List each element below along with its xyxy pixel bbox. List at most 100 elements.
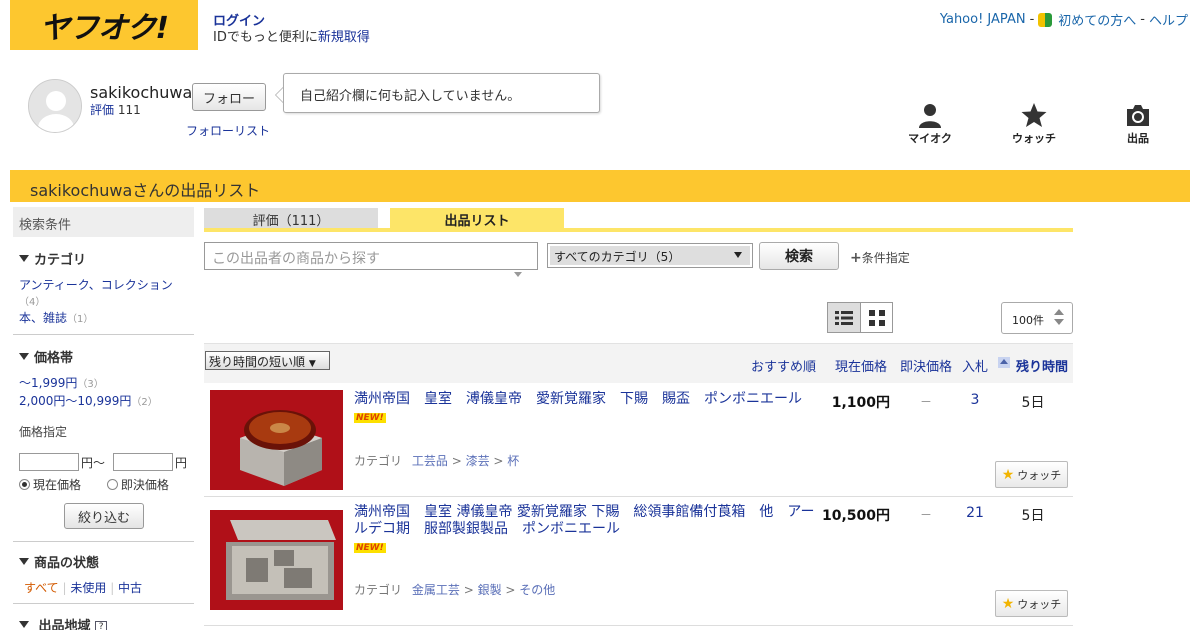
item-2-watch-button[interactable]: ★ ウォッチ bbox=[995, 590, 1068, 617]
item-1-buynow: － bbox=[919, 395, 932, 409]
item-2-cat-2[interactable]: 銀製 bbox=[478, 583, 502, 597]
region-section-title[interactable]: 出品地域 ? bbox=[19, 615, 108, 630]
condition-used[interactable]: 中古 bbox=[118, 581, 142, 595]
dropdown-arrow-icon: ▼ bbox=[308, 359, 316, 369]
help-question-icon[interactable]: ? bbox=[95, 621, 108, 630]
price-max-input[interactable] bbox=[113, 453, 174, 471]
item-2-photo bbox=[210, 510, 343, 610]
item-1-bids[interactable]: 3 bbox=[960, 392, 990, 408]
search-suggest-caret-icon bbox=[514, 272, 522, 281]
condition-unused[interactable]: 未使用 bbox=[70, 581, 106, 595]
default-user-icon bbox=[29, 80, 81, 132]
item-1-title[interactable]: 満州帝国 皇室 溥儀皇帝 愛新覚羅家 下賜 賜盃 ポンボニエール bbox=[354, 391, 819, 408]
per-page-value: 100件 bbox=[1012, 314, 1044, 327]
id-promo-line: IDでもっと便利に新規取得 bbox=[213, 26, 370, 45]
follow-list-link[interactable]: フォローリスト bbox=[186, 122, 270, 139]
region-title-label: 出品地域 bbox=[38, 619, 91, 630]
avatar[interactable] bbox=[28, 79, 82, 133]
radio-buynow-price[interactable] bbox=[106, 479, 118, 490]
yen-label: 円 bbox=[175, 455, 188, 470]
item-1-cat-1[interactable]: 工芸品 bbox=[412, 454, 448, 468]
sort-bids[interactable]: 入札 bbox=[962, 356, 988, 375]
price-specify-label: 価格指定 bbox=[19, 425, 68, 439]
condition-filters: すべて | 未使用 | 中古 bbox=[24, 581, 143, 595]
tab-rating[interactable]: 評価（111） bbox=[204, 208, 378, 229]
seller-name: sakikochuwa bbox=[90, 83, 193, 102]
category-books[interactable]: 本、雑誌（1） bbox=[19, 309, 93, 326]
category-antique[interactable]: アンティーク、コレクション bbox=[19, 276, 173, 293]
per-page-spinner[interactable] bbox=[1054, 309, 1064, 325]
sidebar-divider bbox=[13, 334, 194, 335]
item-2-title[interactable]: 満州帝国 皇室 溥儀皇帝 愛新覚羅家 下賜 総領事館備付莨箱 他 アールデコ期 … bbox=[354, 504, 819, 538]
item-2-cat-3[interactable]: その他 bbox=[519, 583, 555, 597]
tab-listing[interactable]: 出品リスト bbox=[390, 208, 564, 229]
price-range-2-label[interactable]: 2,000円〜10,999円 bbox=[19, 394, 131, 408]
sort-recommended[interactable]: おすすめ順 bbox=[751, 356, 816, 375]
watch-label: ウォッチ bbox=[1012, 132, 1056, 145]
item-1-image[interactable] bbox=[210, 390, 343, 490]
price-range-2[interactable]: 2,000円〜10,999円（2） bbox=[19, 392, 158, 409]
price-type-radios: 現在価格 即決価格 bbox=[19, 476, 169, 493]
row-divider bbox=[204, 496, 1073, 497]
radio-current-price[interactable] bbox=[19, 479, 30, 490]
star-icon bbox=[1021, 103, 1047, 127]
item-2-time-left: 5日 bbox=[1021, 508, 1045, 524]
category-section-title[interactable]: カテゴリ bbox=[19, 249, 86, 268]
help-link[interactable]: ヘルプ bbox=[1149, 10, 1188, 29]
category-antique-count: （4） bbox=[19, 297, 46, 308]
yen-tilde-label: 円〜 bbox=[81, 455, 106, 470]
signup-link[interactable]: 新規取得 bbox=[318, 30, 370, 45]
plus-icon: + bbox=[850, 250, 862, 266]
item-1-photo bbox=[210, 390, 343, 490]
id-promo-text: IDでもっと便利に bbox=[213, 30, 318, 45]
sort-time-left[interactable]: 残り時間 bbox=[1016, 356, 1068, 375]
watch-nav[interactable]: ウォッチ bbox=[1004, 102, 1064, 146]
sort-current-price[interactable]: 現在価格 bbox=[835, 356, 887, 375]
rating-label[interactable]: 評価 bbox=[90, 103, 114, 117]
yahoo-japan-link[interactable]: Yahoo! JAPAN bbox=[940, 12, 1026, 27]
grid-view-toggle[interactable] bbox=[860, 302, 893, 333]
list-view-toggle[interactable] bbox=[827, 302, 861, 333]
arrow-up-icon[interactable] bbox=[1054, 309, 1064, 315]
item-2-category: カテゴリ 金属工芸 > 銀製 > その他 bbox=[354, 583, 556, 597]
item-2-cat-1[interactable]: 金属工芸 bbox=[412, 583, 460, 597]
category-select-value: すべてのカテゴリ（5） bbox=[550, 246, 750, 265]
follow-button[interactable]: フォロー bbox=[192, 83, 266, 111]
item-1-cat-3[interactable]: 杯 bbox=[507, 454, 519, 468]
price-section-title[interactable]: 価格帯 bbox=[19, 347, 73, 366]
narrow-down-button[interactable]: 絞り込む bbox=[64, 503, 144, 529]
sort-buynow-price[interactable]: 即決価格 bbox=[900, 356, 952, 375]
sidebar-divider bbox=[13, 603, 194, 604]
beginners-link[interactable]: 初めての方へ bbox=[1058, 10, 1136, 29]
price-min-input[interactable] bbox=[19, 453, 79, 471]
condition-section-title[interactable]: 商品の状態 bbox=[19, 552, 99, 571]
item-2-watch-label: ウォッチ bbox=[1017, 597, 1062, 611]
item-2-bids[interactable]: 21 bbox=[960, 505, 990, 521]
category-books-label[interactable]: 本、雑誌 bbox=[19, 311, 67, 325]
condition-all[interactable]: すべて bbox=[24, 581, 59, 595]
search-conditions-header: 検索条件 bbox=[13, 207, 194, 237]
conditions-link[interactable]: +条件指定 bbox=[850, 249, 910, 266]
tab-underline bbox=[204, 228, 1073, 232]
item-1-cat-2[interactable]: 漆芸 bbox=[466, 454, 490, 468]
item-1-watch-button[interactable]: ★ ウォッチ bbox=[995, 461, 1068, 488]
yahuoku-logo[interactable]: ヤフオク! bbox=[10, 0, 198, 50]
radio-current-price-label: 現在価格 bbox=[33, 478, 82, 492]
sort-order-select[interactable]: 残り時間の短い順 ▼ bbox=[205, 351, 330, 370]
search-button[interactable]: 検索 bbox=[759, 242, 839, 270]
seller-search-input[interactable]: この出品者の商品から探す bbox=[204, 242, 538, 270]
price-range-1-count: （3） bbox=[77, 379, 104, 390]
item-1-new-badge: NEW! bbox=[354, 413, 386, 423]
item-2-image[interactable] bbox=[210, 510, 343, 610]
price-range-1[interactable]: 〜1,999円（3） bbox=[19, 374, 104, 391]
link-separator: - bbox=[1029, 12, 1035, 27]
price-range-1-label[interactable]: 〜1,999円 bbox=[19, 376, 77, 390]
arrow-down-icon[interactable] bbox=[1054, 319, 1064, 325]
sell-nav[interactable]: 出品 bbox=[1108, 102, 1168, 146]
category-select[interactable]: すべてのカテゴリ（5） bbox=[547, 243, 753, 268]
category-antique-label[interactable]: アンティーク、コレクション bbox=[19, 278, 173, 292]
seller-rating[interactable]: 評価 111 bbox=[90, 101, 141, 118]
myauc-nav[interactable]: マイオク bbox=[900, 102, 960, 146]
star-icon: ★ bbox=[1001, 466, 1015, 483]
per-page-stepper[interactable]: 100件 bbox=[1001, 302, 1073, 334]
